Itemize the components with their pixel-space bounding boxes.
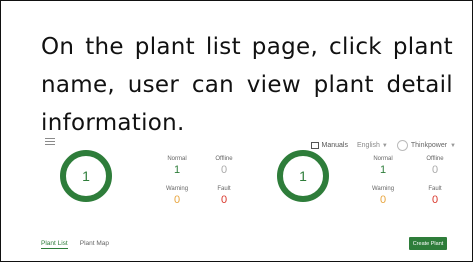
tab-plant-map[interactable]: Plant Map xyxy=(80,240,109,249)
user-menu[interactable]: Thinkpower ▼ xyxy=(396,140,456,151)
offline-label: Offline xyxy=(426,156,444,162)
fault-label: Fault xyxy=(217,186,231,192)
fault-label: Fault xyxy=(428,186,442,192)
plant-tabs: Plant List Plant Map xyxy=(41,240,109,249)
warning-stat: Warning 0 xyxy=(363,186,403,206)
top-bar: Manuals English ▼ Thinkpower ▼ xyxy=(310,140,456,151)
language-select[interactable]: English ▼ xyxy=(357,142,388,149)
offline-label: Offline xyxy=(215,156,233,162)
app-screenshot: Manuals English ▼ Thinkpower ▼ 1 Normal … xyxy=(41,134,462,262)
warning-stat: Warning 0 xyxy=(157,186,197,206)
plant-total-donut: 1 xyxy=(60,150,112,202)
fault-value: 0 xyxy=(220,194,228,206)
avatar xyxy=(396,140,408,151)
normal-value: 1 xyxy=(379,164,387,176)
warning-value: 0 xyxy=(173,194,181,206)
create-plant-button[interactable]: Create Plant xyxy=(409,237,447,250)
language-label: English xyxy=(356,142,380,149)
book-icon xyxy=(310,142,319,149)
plant-total-value: 1 xyxy=(82,168,90,184)
offline-stat: Offline 0 xyxy=(204,156,244,176)
normal-value: 1 xyxy=(173,164,181,176)
warning-label: Warning xyxy=(371,186,395,192)
warning-value: 0 xyxy=(379,194,387,206)
normal-label: Normal xyxy=(167,156,187,162)
offline-value: 0 xyxy=(431,164,439,176)
offline-value: 0 xyxy=(220,164,228,176)
chevron-down-icon: ▼ xyxy=(381,143,388,149)
chevron-down-icon: ▼ xyxy=(450,142,456,149)
menu-icon[interactable] xyxy=(45,138,55,146)
offline-stat: Offline 0 xyxy=(415,156,455,176)
instruction-caption: On the plant list page, click plant name… xyxy=(41,34,453,136)
plant-total-value: 1 xyxy=(299,168,307,184)
fault-stat: Fault 0 xyxy=(415,186,455,206)
tab-plant-list[interactable]: Plant List xyxy=(41,240,68,249)
normal-stat: Normal 1 xyxy=(363,156,403,176)
username: Thinkpower xyxy=(410,142,448,149)
warning-label: Warning xyxy=(165,186,189,192)
fault-stat: Fault 0 xyxy=(204,186,244,206)
manuals-link[interactable]: Manuals xyxy=(310,142,348,149)
plant-total-donut: 1 xyxy=(277,150,329,202)
normal-label: Normal xyxy=(373,156,393,162)
manuals-label: Manuals xyxy=(321,142,348,149)
normal-stat: Normal 1 xyxy=(157,156,197,176)
fault-value: 0 xyxy=(431,194,439,206)
